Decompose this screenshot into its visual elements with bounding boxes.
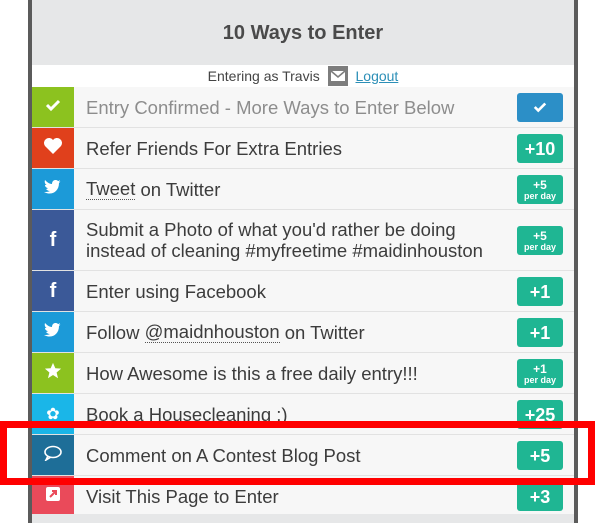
facebook-icon: f <box>49 228 57 251</box>
heart-icon <box>43 137 63 160</box>
entry-icon-tile <box>32 353 74 393</box>
entry-points-badge: +3 <box>517 482 563 511</box>
external-link-icon <box>45 486 61 507</box>
check-icon <box>45 97 61 118</box>
entry-icon-tile <box>32 312 74 352</box>
widget-footer <box>32 514 574 523</box>
twitter-icon <box>44 179 62 199</box>
facebook-icon: f <box>49 279 57 302</box>
entry-points-badge: +1 per day <box>517 359 563 388</box>
entry-method-item[interactable]: Entry Confirmed - More Ways to Enter Bel… <box>32 87 574 128</box>
entry-icon-tile <box>32 87 74 127</box>
entry-label: Follow @maidnhouston on Twitter <box>86 321 365 343</box>
entry-icon-tile <box>32 169 74 209</box>
entry-icon-tile: f <box>32 271 74 311</box>
entry-icon-tile: f <box>32 210 74 270</box>
entry-label: Submit a Photo of what you'd rather be d… <box>86 219 483 261</box>
badge-check-icon <box>533 100 547 116</box>
tweet-link[interactable]: Tweet <box>86 178 136 200</box>
logout-link[interactable]: Logout <box>356 68 399 84</box>
twitter-icon <box>44 322 62 342</box>
entry-label: Enter using Facebook <box>86 280 266 302</box>
entry-points-badge: +10 <box>517 134 563 163</box>
entry-confirmed-badge <box>517 93 563 122</box>
entry-points-badge: +5 per day <box>517 175 563 204</box>
entry-method-item[interactable]: f Enter using Facebook +1 <box>32 271 574 312</box>
entry-points-badge: +5 per day <box>517 226 563 255</box>
entry-points-badge: +1 <box>517 277 563 306</box>
entry-label: Entry Confirmed - More Ways to Enter Bel… <box>86 96 455 118</box>
entry-points-badge: +1 <box>517 318 563 347</box>
entry-method-item[interactable]: f Submit a Photo of what you'd rather be… <box>32 210 574 271</box>
entry-label: Tweet on Twitter <box>86 178 221 200</box>
widget-title: 10 Ways to Enter <box>222 22 384 44</box>
entry-label: Refer Friends For Extra Entries <box>86 137 342 159</box>
entry-method-item[interactable]: Refer Friends For Extra Entries +10 <box>32 128 574 169</box>
entry-method-item[interactable]: How Awesome is this a free daily entry!!… <box>32 353 574 394</box>
entry-label: How Awesome is this a free daily entry!!… <box>86 362 418 384</box>
twitter-handle-link[interactable]: @maidnhouston <box>144 321 280 343</box>
star-icon <box>44 362 62 385</box>
login-bar: Entering as Travis Logout <box>32 65 574 87</box>
login-status: Entering as Travis <box>207 68 320 84</box>
entry-method-item[interactable]: Follow @maidnhouston on Twitter +1 <box>32 312 574 353</box>
entry-icon-tile <box>32 128 74 168</box>
widget-header: 10 Ways to Enter <box>32 0 574 66</box>
mail-icon[interactable] <box>327 66 348 87</box>
entry-method-item[interactable]: Tweet on Twitter +5 per day <box>32 169 574 210</box>
highlight-box <box>0 421 595 485</box>
